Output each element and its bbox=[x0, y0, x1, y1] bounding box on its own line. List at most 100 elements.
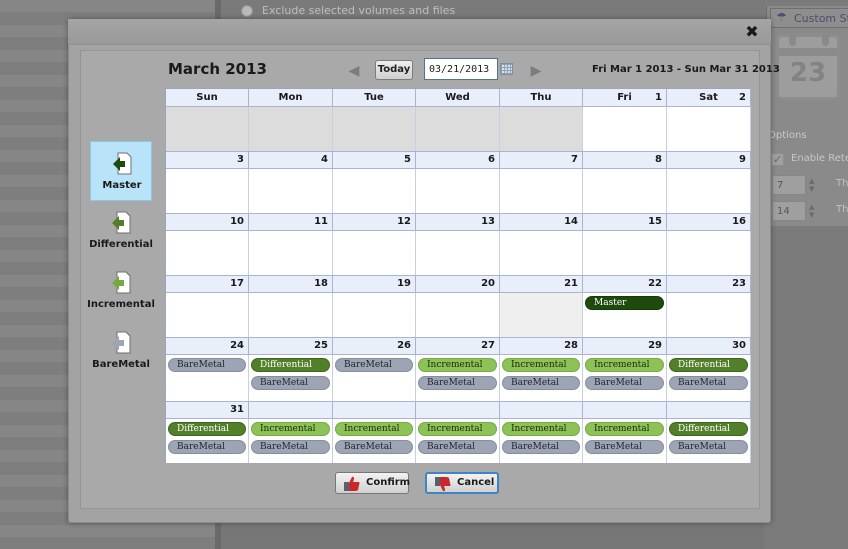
event-baremetal[interactable]: BareMetal bbox=[585, 376, 664, 390]
event-incremental[interactable]: Incremental bbox=[585, 422, 664, 436]
next-month-button[interactable]: ▶ bbox=[527, 62, 545, 80]
day-cell[interactable] bbox=[500, 293, 583, 337]
day-header: 9 bbox=[667, 151, 751, 169]
date-input[interactable] bbox=[424, 58, 498, 80]
event-incremental[interactable]: Incremental bbox=[585, 358, 664, 372]
event-incremental[interactable]: Incremental bbox=[335, 422, 413, 436]
event-incremental[interactable]: Incremental bbox=[502, 358, 580, 372]
event-baremetal[interactable]: BareMetal bbox=[251, 376, 330, 390]
confirm-button[interactable]: Confirm bbox=[335, 472, 411, 494]
backup-type-icon bbox=[113, 152, 132, 175]
event-incremental[interactable]: Incremental bbox=[251, 422, 330, 436]
day-header: 5 bbox=[333, 151, 416, 169]
sidebar-item-incremental[interactable]: Incremental bbox=[87, 261, 155, 321]
day-cell[interactable] bbox=[667, 293, 751, 337]
day-cell[interactable] bbox=[667, 169, 751, 213]
cancel-button[interactable]: Cancel bbox=[425, 472, 499, 494]
event-differential[interactable]: Differential bbox=[669, 358, 748, 372]
event-incremental[interactable]: Incremental bbox=[418, 422, 497, 436]
day-header: 21 bbox=[500, 275, 583, 293]
dialog-titlebar[interactable] bbox=[68, 19, 771, 45]
day-cell[interactable] bbox=[166, 107, 249, 151]
event-baremetal[interactable]: BareMetal bbox=[418, 440, 497, 454]
day-cell[interactable] bbox=[333, 293, 416, 337]
day-cell[interactable] bbox=[333, 107, 416, 151]
day-cell[interactable] bbox=[416, 169, 500, 213]
day-header: 8 bbox=[583, 151, 667, 169]
spinner-arrows-icon[interactable]: ▲ ▼ bbox=[809, 203, 814, 219]
exclude-radio[interactable] bbox=[241, 5, 253, 17]
day-cell[interactable] bbox=[667, 231, 751, 275]
event-baremetal[interactable]: BareMetal bbox=[251, 440, 330, 454]
day-cell[interactable] bbox=[583, 107, 667, 151]
weekday-header-thu: Thu bbox=[500, 89, 583, 107]
confirm-label: Confirm bbox=[366, 477, 411, 488]
day-cell[interactable] bbox=[333, 169, 416, 213]
sidebar-item-baremetal[interactable]: BareMetal bbox=[90, 321, 152, 381]
day-cell[interactable] bbox=[166, 231, 249, 275]
day-cell[interactable] bbox=[500, 169, 583, 213]
day-cell[interactable] bbox=[166, 169, 249, 213]
event-baremetal[interactable]: BareMetal bbox=[585, 440, 664, 454]
prev-month-button[interactable]: ◀ bbox=[345, 62, 363, 80]
event-differential[interactable]: Differential bbox=[669, 422, 748, 436]
day-header: 29 bbox=[583, 337, 667, 355]
day-cell[interactable] bbox=[583, 169, 667, 213]
day-cell[interactable] bbox=[416, 107, 500, 151]
day-cell[interactable] bbox=[249, 231, 333, 275]
retention-suffix-1: The bbox=[836, 178, 848, 189]
day-cell[interactable] bbox=[249, 107, 333, 151]
day-header: 27 bbox=[416, 337, 500, 355]
day-number: 2 bbox=[739, 92, 746, 103]
spinner-arrows-icon[interactable]: ▲ ▼ bbox=[809, 177, 814, 193]
sidebar-item-differential[interactable]: Differential bbox=[89, 201, 153, 261]
background-stripe bbox=[0, 0, 215, 12]
event-baremetal[interactable]: BareMetal bbox=[502, 376, 580, 390]
event-baremetal[interactable]: BareMetal bbox=[335, 358, 413, 372]
event-differential[interactable]: Differential bbox=[251, 358, 330, 372]
event-baremetal[interactable]: BareMetal bbox=[669, 440, 748, 454]
day-header: 18 bbox=[249, 275, 333, 293]
event-baremetal[interactable]: BareMetal bbox=[168, 358, 246, 372]
cancel-label: Cancel bbox=[457, 477, 495, 488]
event-baremetal[interactable]: BareMetal bbox=[669, 376, 748, 390]
day-header: 30 bbox=[667, 337, 751, 355]
day-cell[interactable] bbox=[416, 231, 500, 275]
month-calendar: Sun Mon Tue Wed Thu Fri 1 Sat 2 3 4 5 6 7 8 9 10 11 12 13 14… bbox=[165, 88, 751, 463]
day-cell[interactable] bbox=[166, 293, 249, 337]
day-cell[interactable] bbox=[333, 231, 416, 275]
day-header: 6 bbox=[416, 151, 500, 169]
day-cell[interactable] bbox=[583, 231, 667, 275]
day-cell[interactable] bbox=[416, 293, 500, 337]
retention-field-1[interactable]: 7 bbox=[772, 175, 806, 195]
event-differential[interactable]: Differential bbox=[168, 422, 246, 436]
sidebar-item-master[interactable]: Master bbox=[90, 141, 152, 201]
backup-type-icon bbox=[112, 211, 131, 234]
event-incremental[interactable]: Incremental bbox=[502, 422, 580, 436]
day-cell[interactable] bbox=[249, 169, 333, 213]
event-baremetal[interactable]: BareMetal bbox=[168, 440, 246, 454]
day-cell[interactable] bbox=[667, 107, 751, 151]
date-picker-icon[interactable] bbox=[500, 63, 513, 75]
day-header bbox=[667, 401, 751, 419]
day-header bbox=[416, 401, 500, 419]
day-header: 15 bbox=[583, 213, 667, 231]
weekday-header-wed: Wed bbox=[416, 89, 500, 107]
close-icon[interactable]: ✖ bbox=[744, 23, 760, 41]
event-incremental[interactable]: Incremental bbox=[418, 358, 497, 372]
day-header: 13 bbox=[416, 213, 500, 231]
day-cell[interactable] bbox=[500, 107, 583, 151]
event-baremetal[interactable]: BareMetal bbox=[418, 376, 497, 390]
weekday-header-fri: Fri 1 bbox=[583, 89, 667, 107]
day-cell[interactable] bbox=[500, 231, 583, 275]
event-baremetal[interactable]: BareMetal bbox=[502, 440, 580, 454]
enable-retention-checkbox[interactable]: ✓ bbox=[771, 153, 784, 166]
calendar-ring-icon bbox=[822, 30, 829, 46]
today-button[interactable]: Today bbox=[375, 60, 413, 80]
weekday-label: Fri bbox=[617, 92, 632, 103]
day-cell[interactable] bbox=[249, 293, 333, 337]
event-master[interactable]: Master bbox=[585, 296, 664, 310]
event-baremetal[interactable]: BareMetal bbox=[335, 440, 413, 454]
month-title: March 2013 bbox=[168, 60, 267, 78]
retention-field-2[interactable]: 14 bbox=[772, 201, 806, 221]
